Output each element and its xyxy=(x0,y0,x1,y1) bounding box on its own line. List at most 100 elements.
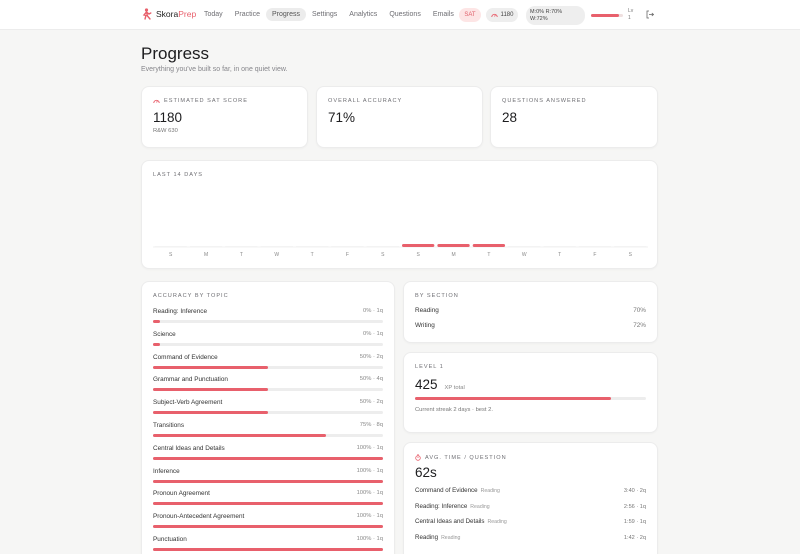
answered-card: Questions answered 28 xyxy=(490,86,658,148)
chart-tick-label: F xyxy=(593,252,596,258)
topic-name: Punctuation xyxy=(153,535,187,543)
topic-progress-fill xyxy=(153,388,268,392)
chart-tick-label: S xyxy=(169,252,173,258)
stopwatch-icon xyxy=(415,454,421,461)
topic-row: Science 0% · 1q xyxy=(153,331,383,354)
sat-score-label: Estimated SAT score xyxy=(153,98,296,104)
section-row: Writing 72% xyxy=(415,322,646,329)
topic-progress-track xyxy=(153,433,383,437)
level-value-row: 425 XP total xyxy=(415,377,646,392)
accuracy-value: 71% xyxy=(328,110,356,125)
nav-tab-progress[interactable]: Progress xyxy=(265,8,306,21)
topic-name: Central Ideas and Details xyxy=(153,444,225,452)
brand-logo[interactable]: SkoraPrep xyxy=(142,8,196,20)
sat-score-value: 1180 xyxy=(153,110,183,125)
nav-tab-emails[interactable]: Emails xyxy=(427,8,460,21)
section-row: Reading 70% xyxy=(415,307,646,314)
topic-progress-track xyxy=(153,502,383,506)
chart-bar xyxy=(260,246,293,247)
time-value: 1:42 · 2q xyxy=(623,534,646,541)
topic-row-head: Central Ideas and Details 100% · 1q xyxy=(153,445,383,452)
topic-row-head: Reading: Inference 0% · 1q xyxy=(153,308,383,315)
chart-tick-label: M xyxy=(451,252,455,258)
sections-label: By section xyxy=(415,293,459,299)
chart-tick-label: T xyxy=(240,252,243,258)
level-progress-track xyxy=(415,397,646,400)
topic-meta: 100% · 1q xyxy=(356,490,383,497)
topic-progress-track xyxy=(153,365,383,369)
topic-progress-fill xyxy=(153,525,383,529)
nav-tab-questions[interactable]: Questions xyxy=(383,8,427,21)
time-row-left: Command of Evidence Reading xyxy=(415,487,500,494)
topic-name: Pronoun Agreement xyxy=(153,490,210,498)
top-nav: SkoraPrep Today Practice Progress Settings A… xyxy=(0,0,800,30)
level-indicator-label: Lv xyxy=(628,8,634,14)
topic-progress-track xyxy=(153,479,383,483)
answered-label: Questions answered xyxy=(502,98,587,104)
nav-tab-today[interactable]: Today xyxy=(198,8,229,21)
time-topic-name: Command of Evidence xyxy=(415,487,478,494)
topic-row-head: Grammar and Punctuation 50% · 4q xyxy=(153,376,383,383)
time-list: Command of Evidence Reading 3:40 · 2q Readi… xyxy=(415,487,646,549)
logout-icon[interactable] xyxy=(646,10,654,19)
section-value: 72% xyxy=(633,322,646,329)
chart-tick-label: S xyxy=(417,252,421,258)
topic-progress-fill xyxy=(153,411,268,415)
level-indicator: Lv 1 xyxy=(628,8,633,22)
brand-name: SkoraPrep xyxy=(156,9,196,19)
nav-tab-analytics[interactable]: Analytics xyxy=(343,8,383,21)
topic-row-head: Subject-Verb Agreement 50% · 2q xyxy=(153,399,383,406)
chart-title: LAST 14 DAYS xyxy=(153,172,204,178)
topic-progress-fill xyxy=(153,320,160,323)
topic-name: Pronoun-Antecedent Agreement xyxy=(153,513,245,521)
accuracy-card: Overall accuracy 71% xyxy=(316,86,483,148)
brand-prefix: Skora xyxy=(156,9,179,19)
section-value: 70% xyxy=(633,307,646,314)
chart-bar xyxy=(366,246,399,247)
nav-tab-practice[interactable]: Practice xyxy=(229,8,266,21)
topic-name: Science xyxy=(153,330,176,338)
score-chip[interactable]: 1180 xyxy=(486,8,518,22)
chart-tick-label: T xyxy=(487,252,490,258)
xp-total-value: 425 xyxy=(415,377,438,392)
by-section-card: By section Reading 70% Writing 72% xyxy=(403,281,658,343)
topic-list: Reading: Inference 0% · 1q Science 0% · 1q C… xyxy=(153,308,383,554)
nav-tabs: Today Practice Progress Settings Analytics Qu… xyxy=(198,8,460,21)
streak-note: Current streak 2 days · best 2. xyxy=(415,407,493,413)
time-topic-tag: Reading xyxy=(487,519,507,525)
topic-row-head: Pronoun Agreement 100% · 1q xyxy=(153,490,383,497)
topic-meta: 50% · 4q xyxy=(359,376,383,383)
section-mix-chip[interactable]: M:0% R:70% W:72% xyxy=(526,6,585,25)
topic-meta: 100% · 1q xyxy=(356,444,383,451)
topic-name: Subject-Verb Agreement xyxy=(153,399,223,407)
section-list: Reading 70% Writing 72% xyxy=(415,307,646,329)
topic-meta: 50% · 2q xyxy=(359,399,383,406)
chart-bar xyxy=(154,246,187,247)
topic-progress-fill xyxy=(153,342,160,346)
answered-value: 28 xyxy=(502,110,518,125)
topic-row: Punctuation 100% · 1q xyxy=(153,536,383,554)
accuracy-by-topic-card: Accuracy by topic Reading: Inference 0% ·… xyxy=(141,281,395,554)
topic-row: Reading: Inference 0% · 1q xyxy=(153,308,383,331)
topic-name: Grammar and Punctuation xyxy=(153,376,228,384)
chart-bar xyxy=(331,246,364,247)
sat-score-card: Estimated SAT score 1180 R&W 630 xyxy=(141,86,308,148)
time-row-left: Central Ideas and Details Reading xyxy=(415,518,507,525)
chart-tick-label: S xyxy=(629,252,633,258)
sat-score-label-text: Estimated SAT score xyxy=(164,98,248,104)
topic-meta: 50% · 2q xyxy=(359,353,383,360)
exam-chip[interactable]: SAT xyxy=(459,8,481,22)
section-name: Reading xyxy=(415,307,439,314)
time-row-left: Reading Reading xyxy=(415,534,460,541)
topic-name: Command of Evidence xyxy=(153,353,218,361)
topics-label: Accuracy by topic xyxy=(153,293,229,299)
chart-bar xyxy=(578,246,612,247)
topic-progress-track xyxy=(153,342,383,346)
section-mix-line2: W:72% xyxy=(530,15,548,22)
level-indicator-value: 1 xyxy=(628,15,631,21)
time-row: Command of Evidence Reading 3:40 · 2q xyxy=(415,487,646,503)
avg-time-card: Avg. time / question 62s Command of Evid… xyxy=(403,442,658,554)
activity-chart: SMTWTFSSMTWTFS xyxy=(153,244,648,258)
nav-tab-settings[interactable]: Settings xyxy=(306,8,343,21)
topic-progress-track xyxy=(153,411,383,415)
